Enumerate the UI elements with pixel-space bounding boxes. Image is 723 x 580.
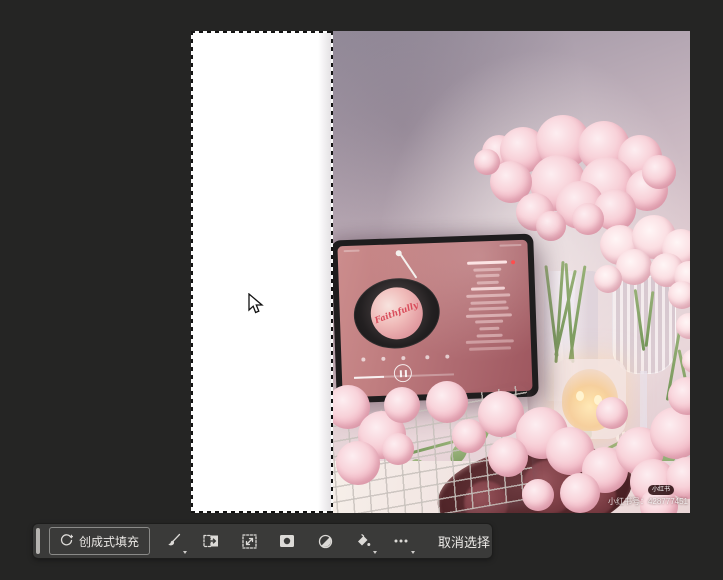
invert-selection-button[interactable] bbox=[192, 528, 230, 554]
song-title-line bbox=[467, 260, 507, 264]
selection-ants-bottom bbox=[191, 511, 333, 513]
goblet-stem bbox=[640, 371, 647, 433]
flower bbox=[596, 397, 628, 429]
lyric-line bbox=[471, 287, 505, 291]
flower bbox=[522, 479, 554, 511]
album-title: Faithfully bbox=[374, 300, 420, 326]
tablet: Faithfully bbox=[332, 234, 539, 404]
deselect-button[interactable]: 取消选择 bbox=[432, 532, 496, 551]
lyric-line bbox=[475, 320, 503, 324]
photo-layer[interactable]: Faithfully bbox=[332, 31, 690, 513]
crystal-goblet bbox=[612, 276, 676, 374]
more-options-button[interactable] bbox=[382, 528, 420, 554]
chevron-down-icon bbox=[373, 551, 377, 554]
selection-ants-top bbox=[191, 31, 333, 33]
chevron-down-icon bbox=[183, 551, 187, 554]
contextual-task-bar: 创成式填充 bbox=[33, 524, 492, 558]
flower bbox=[536, 211, 566, 241]
lyric-line bbox=[479, 327, 499, 331]
generative-fill-button[interactable]: 创成式填充 bbox=[49, 527, 150, 555]
photoshop-workspace: Faithfully bbox=[0, 0, 723, 580]
flower bbox=[488, 437, 528, 477]
candle-flame bbox=[576, 391, 584, 401]
selection-tools bbox=[154, 528, 420, 554]
lyric-line bbox=[475, 274, 499, 278]
xiaohongshu-logo: 小红书 bbox=[648, 485, 674, 495]
control-icon bbox=[401, 356, 405, 360]
flower bbox=[594, 265, 622, 293]
mouse-cursor-arrow bbox=[248, 293, 264, 320]
chevron-down-icon bbox=[411, 551, 415, 554]
lyric-line bbox=[477, 333, 503, 337]
selection-edge-shade bbox=[318, 31, 332, 513]
selection-ants-left bbox=[191, 31, 193, 513]
lyric-line bbox=[466, 313, 512, 318]
flower bbox=[642, 155, 676, 189]
music-player-screen: Faithfully bbox=[337, 240, 532, 398]
lyric-line bbox=[466, 293, 510, 298]
generative-fill-label: 创成式填充 bbox=[79, 533, 139, 550]
lyric-line bbox=[473, 267, 501, 271]
add-mask-button[interactable] bbox=[268, 528, 306, 554]
flower bbox=[384, 387, 420, 423]
flower bbox=[382, 433, 414, 465]
flower bbox=[572, 203, 604, 235]
flower bbox=[336, 441, 380, 485]
selection-ants-right bbox=[331, 31, 333, 513]
live-dot bbox=[511, 260, 515, 264]
transform-selection-button[interactable] bbox=[230, 528, 268, 554]
lyric-line bbox=[469, 307, 509, 311]
generative-fill-icon bbox=[60, 533, 73, 549]
document-canvas[interactable]: Faithfully bbox=[191, 31, 690, 513]
flower bbox=[474, 149, 500, 175]
lyric-line bbox=[469, 346, 511, 350]
lyric-line bbox=[470, 300, 506, 304]
selection-brush-button[interactable] bbox=[154, 528, 192, 554]
flower bbox=[426, 381, 468, 423]
flower bbox=[560, 473, 600, 513]
watermark-id: 小红书号：428777451 bbox=[578, 496, 688, 507]
drag-handle[interactable] bbox=[36, 528, 40, 554]
lyrics-panel bbox=[454, 260, 523, 355]
flower bbox=[668, 281, 690, 309]
lyric-line bbox=[477, 281, 499, 285]
fill-selection-button[interactable] bbox=[344, 528, 382, 554]
create-adjustment-layer-button[interactable] bbox=[306, 528, 344, 554]
lyric-line bbox=[466, 339, 514, 344]
album-art: Faithfully bbox=[366, 282, 428, 344]
generative-expand-selection-area[interactable] bbox=[191, 31, 332, 513]
